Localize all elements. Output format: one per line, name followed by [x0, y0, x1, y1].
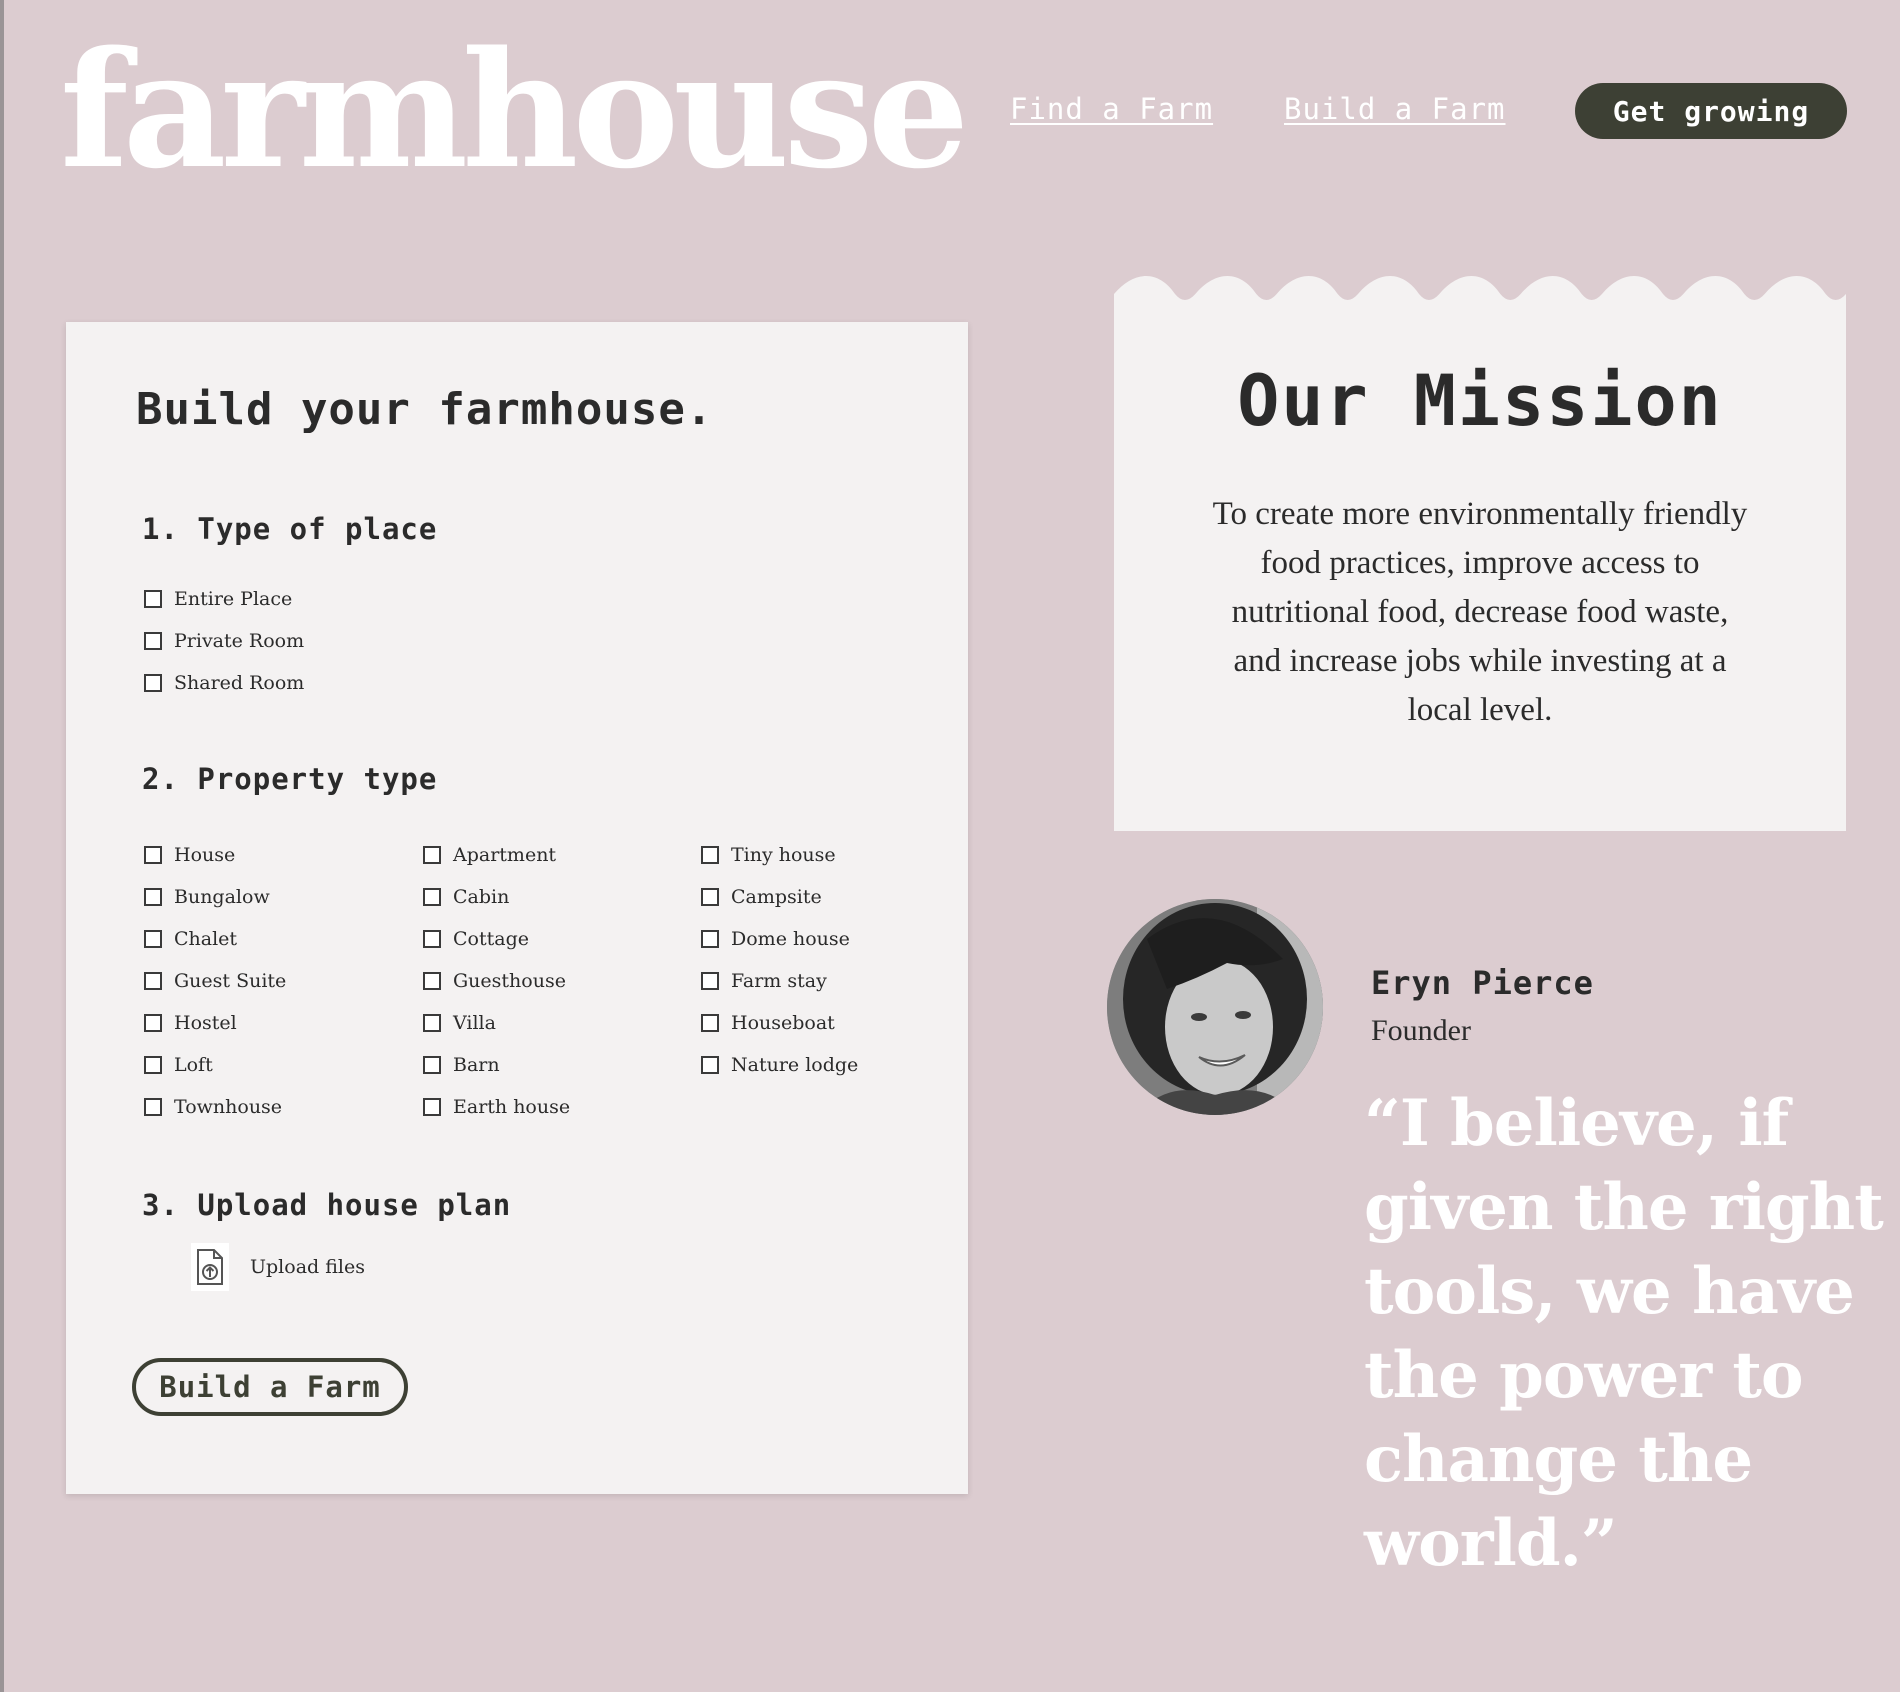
- checkbox[interactable]: [144, 1056, 162, 1074]
- option-townhouse[interactable]: Townhouse: [144, 1092, 282, 1122]
- checkbox[interactable]: [701, 846, 719, 864]
- option-guesthouse[interactable]: Guesthouse: [423, 966, 566, 996]
- section-upload-heading: 3. Upload house plan: [142, 1188, 512, 1222]
- checkbox-label: Cottage: [453, 928, 529, 950]
- checkbox[interactable]: [423, 1098, 441, 1116]
- checkbox-label: Dome house: [731, 928, 850, 950]
- founder-avatar: [1107, 899, 1323, 1115]
- option-nature-lodge[interactable]: Nature lodge: [701, 1050, 858, 1080]
- option-bungalow[interactable]: Bungalow: [144, 882, 270, 912]
- checkbox[interactable]: [144, 972, 162, 990]
- build-a-farm-button[interactable]: Build a Farm: [132, 1358, 408, 1416]
- option-barn[interactable]: Barn: [423, 1050, 500, 1080]
- checkbox-label: Farm stay: [731, 970, 827, 992]
- section-type-of-place-heading: 1. Type of place: [142, 512, 438, 546]
- checkbox[interactable]: [423, 930, 441, 948]
- checkbox[interactable]: [144, 1098, 162, 1116]
- checkbox-label: Villa: [453, 1012, 496, 1034]
- checkbox-label: Campsite: [731, 886, 822, 908]
- build-farmhouse-form: Build your farmhouse. 1. Type of place E…: [66, 322, 968, 1494]
- mission-title: Our Mission: [1237, 360, 1723, 442]
- option-private-room[interactable]: Private Room: [144, 626, 304, 656]
- checkbox-label: House: [174, 844, 236, 866]
- nav-find-a-farm[interactable]: Find a Farm: [1010, 92, 1213, 126]
- checkbox-label: Guesthouse: [453, 970, 566, 992]
- mission-text: To create more environmentally friendly …: [1212, 496, 1748, 728]
- option-guest-suite[interactable]: Guest Suite: [144, 966, 286, 996]
- founder-quote: “I believe, if given the right tools, we…: [1364, 1086, 1884, 1581]
- checkbox[interactable]: [144, 930, 162, 948]
- checkbox[interactable]: [423, 846, 441, 864]
- checkbox-label: Private Room: [174, 630, 305, 652]
- option-shared-room[interactable]: Shared Room: [144, 668, 304, 698]
- checkbox[interactable]: [701, 1056, 719, 1074]
- upload-files-label: Upload files: [250, 1256, 365, 1278]
- upload-files-button[interactable]: Upload files: [190, 1242, 365, 1292]
- mission-card: Our Mission To create more environmental…: [1114, 310, 1846, 831]
- checkbox[interactable]: [701, 930, 719, 948]
- checkbox[interactable]: [144, 888, 162, 906]
- option-tiny-house[interactable]: Tiny house: [701, 840, 836, 870]
- checkbox-label: Earth house: [453, 1096, 571, 1118]
- checkbox-label: Townhouse: [174, 1096, 283, 1118]
- checkbox-label: Bungalow: [174, 886, 270, 908]
- option-farm-stay[interactable]: Farm stay: [701, 966, 827, 996]
- checkbox-label: Apartment: [453, 844, 557, 866]
- checkbox[interactable]: [423, 972, 441, 990]
- checkbox[interactable]: [701, 972, 719, 990]
- option-campsite[interactable]: Campsite: [701, 882, 822, 912]
- checkbox[interactable]: [144, 632, 162, 650]
- checkbox-label: Shared Room: [174, 672, 305, 694]
- option-hostel[interactable]: Hostel: [144, 1008, 237, 1038]
- get-growing-button[interactable]: Get growing: [1575, 83, 1847, 139]
- checkbox-label: Entire Place: [174, 588, 293, 610]
- option-cottage[interactable]: Cottage: [423, 924, 529, 954]
- option-entire-place[interactable]: Entire Place: [144, 584, 292, 614]
- checkbox[interactable]: [144, 674, 162, 692]
- option-loft[interactable]: Loft: [144, 1050, 213, 1080]
- option-house[interactable]: House: [144, 840, 235, 870]
- checkbox-label: Cabin: [453, 886, 510, 908]
- checkbox-label: Tiny house: [731, 844, 836, 866]
- file-upload-icon: [191, 1243, 229, 1291]
- checkbox[interactable]: [701, 888, 719, 906]
- option-villa[interactable]: Villa: [423, 1008, 496, 1038]
- founder-role: Founder: [1371, 1014, 1471, 1047]
- checkbox[interactable]: [423, 888, 441, 906]
- option-earth-house[interactable]: Earth house: [423, 1092, 570, 1122]
- option-chalet[interactable]: Chalet: [144, 924, 237, 954]
- section-property-type-heading: 2. Property type: [142, 762, 438, 796]
- checkbox[interactable]: [144, 590, 162, 608]
- mission-card-wave-edge: [1114, 276, 1846, 312]
- option-houseboat[interactable]: Houseboat: [701, 1008, 835, 1038]
- checkbox[interactable]: [144, 1014, 162, 1032]
- checkbox[interactable]: [423, 1014, 441, 1032]
- checkbox[interactable]: [144, 846, 162, 864]
- founder-name: Eryn Pierce: [1371, 964, 1594, 1002]
- nav-build-a-farm[interactable]: Build a Farm: [1284, 92, 1506, 126]
- checkbox-label: Barn: [453, 1054, 500, 1076]
- checkbox[interactable]: [423, 1056, 441, 1074]
- checkbox-label: Guest Suite: [174, 970, 287, 992]
- window-edge: [0, 0, 4, 1692]
- checkbox-label: Loft: [174, 1054, 213, 1076]
- logo[interactable]: farmhouse: [60, 30, 969, 190]
- checkbox-label: Nature lodge: [731, 1054, 859, 1076]
- checkbox-label: Chalet: [174, 928, 238, 950]
- checkbox-label: Hostel: [174, 1012, 237, 1034]
- checkbox[interactable]: [701, 1014, 719, 1032]
- option-cabin[interactable]: Cabin: [423, 882, 509, 912]
- checkbox-label: Houseboat: [731, 1012, 835, 1034]
- form-title: Build your farmhouse.: [136, 384, 714, 435]
- option-dome-house[interactable]: Dome house: [701, 924, 850, 954]
- option-apartment[interactable]: Apartment: [423, 840, 556, 870]
